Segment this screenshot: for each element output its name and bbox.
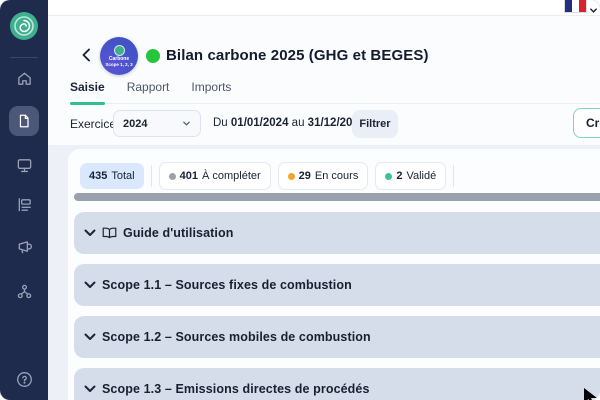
status-dot [146, 49, 160, 63]
period-text: Du 01/01/2024 au 31/12/2024 [213, 117, 365, 129]
sidebar-item-home[interactable] [0, 70, 48, 92]
period-connector: au [292, 117, 305, 129]
create-button[interactable]: Créer [573, 108, 600, 138]
accordion-scope-1-1[interactable]: Scope 1.1 – Sources fixes de combustion [74, 264, 600, 306]
entries-card: 435 Total 401 À compléter 29 En cours 2 [68, 149, 600, 400]
chevron-down-icon[interactable] [589, 2, 598, 20]
exercice-year-value: 2024 [123, 118, 182, 130]
tab-saisie[interactable]: Saisie [70, 80, 105, 103]
gray-dot-icon [169, 173, 176, 180]
stat-a-completer-label: À compléter [202, 170, 261, 182]
content-panel: 435 Total 401 À compléter 29 En cours 2 [48, 145, 600, 400]
help-icon [16, 371, 33, 393]
stat-a-completer-value: 401 [180, 170, 198, 182]
sidebar-item-monitor[interactable] [0, 157, 48, 179]
avatar-line2: Scope 1, 2, 3 [105, 62, 132, 68]
exercice-label: Exercice [70, 117, 116, 131]
app-window: Carbone Scope 1, 2, 3 Bilan carbone 2025… [0, 0, 600, 400]
megaphone-icon [16, 239, 33, 261]
stat-en-cours[interactable]: 29 En cours [278, 162, 369, 190]
period-prefix: Du [213, 117, 228, 129]
stat-en-cours-value: 29 [299, 170, 311, 182]
tab-rapport[interactable]: Rapport [127, 80, 170, 103]
tab-imports[interactable]: Imports [191, 80, 231, 103]
stat-valide[interactable]: 2 Validé [375, 162, 446, 190]
accordion-title: Scope 1.1 – Sources fixes de combustion [102, 278, 352, 292]
sidebar-divider [10, 57, 38, 58]
stat-total-value: 435 [89, 170, 107, 182]
topbar [48, 0, 600, 16]
status-summary: 435 Total 401 À compléter 29 En cours 2 [80, 162, 454, 190]
accordion-guide[interactable]: Guide d'utilisation [74, 212, 600, 254]
stats-divider [453, 165, 454, 187]
stat-valide-label: Validé [406, 170, 436, 182]
flag-red-stripe [579, 0, 586, 12]
home-icon [16, 70, 33, 92]
horizontal-scrollbar[interactable] [74, 193, 600, 201]
chevron-down-icon [84, 385, 96, 393]
project-avatar[interactable]: Carbone Scope 1, 2, 3 [100, 37, 138, 75]
stat-total[interactable]: 435 Total [80, 163, 144, 189]
accordion-title: Scope 1.2 – Sources mobiles de combustio… [102, 330, 371, 344]
app-logo [10, 12, 38, 40]
stat-en-cours-label: En cours [315, 170, 358, 182]
filter-button[interactable]: Filtrer [352, 110, 398, 138]
stat-valide-value: 2 [396, 170, 402, 182]
accordion-scope-1-3[interactable]: Scope 1.3 – Emissions directes de procéd… [74, 368, 600, 400]
flag-blue-stripe [565, 0, 572, 12]
sidebar-item-documents[interactable] [9, 106, 39, 136]
accordion-title: Scope 1.3 – Emissions directes de procéd… [102, 382, 370, 396]
sidebar-item-organization[interactable] [0, 283, 48, 305]
flag-white-stripe [572, 0, 579, 12]
sidebar-item-reports[interactable] [0, 196, 48, 218]
stat-a-completer[interactable]: 401 À compléter [159, 162, 271, 190]
tab-bar: Saisie Rapport Imports [70, 80, 600, 104]
chevron-down-icon [84, 281, 96, 289]
green-dot-icon [385, 173, 392, 180]
orange-dot-icon [288, 173, 295, 180]
mouse-cursor [582, 386, 600, 400]
accordion-scope-1-2[interactable]: Scope 1.2 – Sources mobiles de combustio… [74, 316, 600, 358]
language-selector-fr-flag[interactable] [565, 0, 586, 12]
chevron-down-icon [182, 115, 191, 133]
back-button[interactable] [78, 47, 94, 63]
avatar-logo-icon [114, 45, 125, 56]
chevron-down-icon [84, 229, 96, 237]
sidebar-item-help[interactable] [0, 371, 48, 393]
period-start-date: 01/01/2024 [231, 117, 289, 129]
stat-total-label: Total [111, 170, 134, 182]
sidebar-item-announcements[interactable] [0, 239, 48, 261]
book-icon [102, 227, 117, 239]
page-title: Bilan carbone 2025 (GHG et BEGES) [166, 47, 429, 64]
accordion-title: Guide d'utilisation [123, 226, 233, 240]
org-chart-icon [16, 283, 33, 305]
sidebar [0, 0, 48, 400]
exercice-year-select[interactable]: 2024 [113, 110, 201, 137]
stats-divider [151, 165, 152, 187]
chevron-down-icon [84, 333, 96, 341]
monitor-icon [16, 157, 33, 179]
report-list-icon [16, 196, 33, 218]
